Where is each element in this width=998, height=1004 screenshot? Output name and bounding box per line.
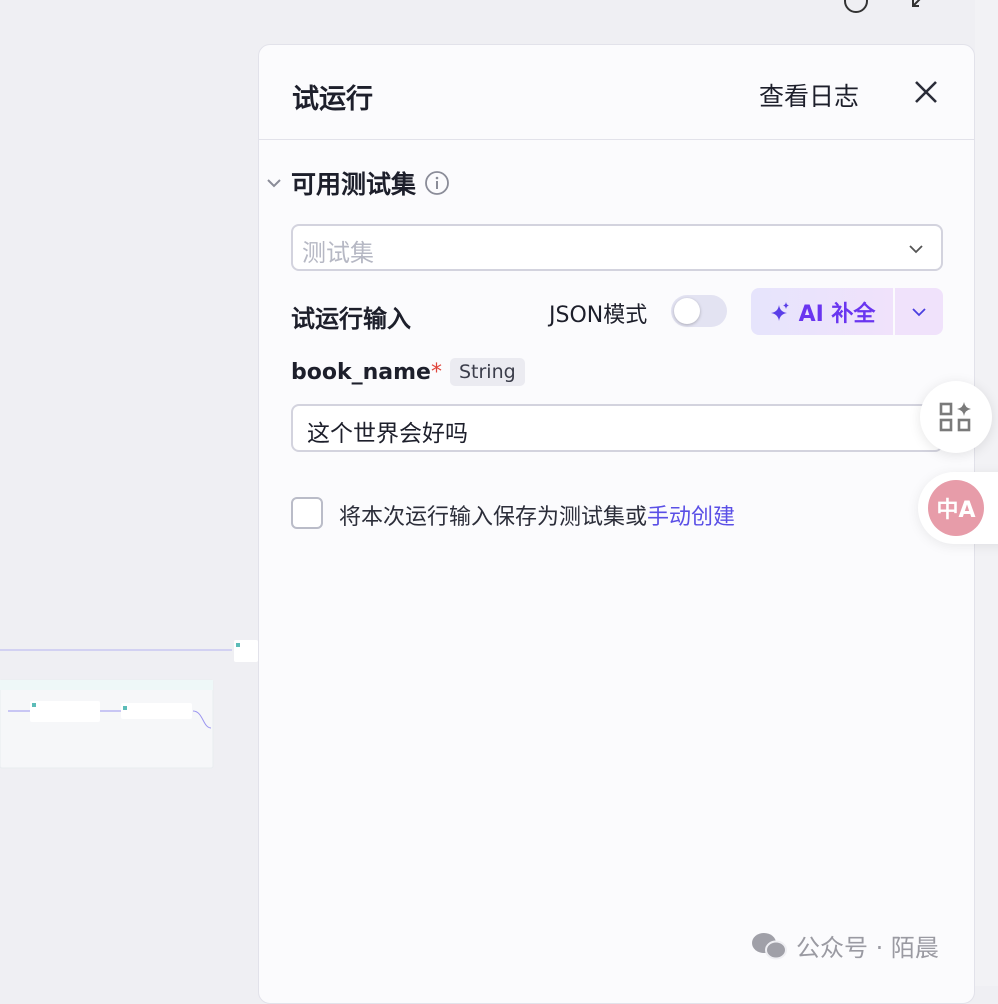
testset-select[interactable]: 测试集 [291, 224, 943, 271]
testset-section-toggle[interactable]: 可用测试集 [265, 165, 450, 201]
chevron-down-icon [909, 245, 923, 254]
apps-ai-button[interactable] [920, 381, 992, 453]
field-label-row: book_name * String [291, 358, 525, 386]
watermark-text: 公众号 · 陌晨 [796, 934, 939, 962]
view-log-button[interactable]: 查看日志 [759, 77, 859, 113]
save-testset-text: 将本次运行输入保存为测试集或手动创建 [339, 499, 735, 531]
translate-icon: 中A [928, 480, 984, 536]
circle-icon[interactable] [843, 0, 869, 14]
required-mark: * [430, 359, 442, 385]
ai-complete-dropdown[interactable] [895, 288, 943, 335]
testset-label: 可用测试集 [291, 170, 417, 199]
close-icon[interactable] [911, 77, 941, 107]
json-mode-toggle[interactable] [671, 295, 727, 327]
manual-create-link[interactable]: 手动创建 [647, 505, 735, 530]
json-mode-label: JSON模式 [549, 303, 648, 328]
translate-button[interactable]: 中A [918, 472, 998, 544]
chevron-down-icon [912, 307, 926, 316]
collapse-icon[interactable] [905, 0, 931, 14]
field-name: book_name [291, 359, 431, 385]
save-testset-checkbox[interactable] [291, 497, 323, 529]
run-input-label: 试运行输入 [291, 305, 411, 333]
watermark: 公众号 · 陌晨 [750, 928, 939, 963]
ai-complete-label: AI 补全 [798, 301, 876, 327]
testset-placeholder: 测试集 [302, 239, 374, 267]
workflow-graph [0, 640, 258, 769]
ai-complete-button[interactable]: AI 补全 [751, 288, 893, 335]
chevron-down-icon [267, 179, 281, 188]
test-run-panel: 试运行 查看日志 可用测试集 测试集 试运行输入 JSON模式 AI 补全 bo… [258, 44, 975, 1004]
wechat-icon [752, 932, 787, 959]
sparkle-icon [770, 301, 789, 321]
save-testset-label: 将本次运行输入保存为测试集或 [339, 505, 648, 530]
workflow-canvas[interactable] [0, 0, 258, 986]
book-name-input[interactable]: 这个世界会好吗 [291, 404, 943, 452]
run-input-row: 试运行输入 JSON模式 AI 补全 [291, 288, 943, 340]
panel-title: 试运行 [292, 84, 373, 115]
field-type-badge: String [449, 358, 525, 386]
info-icon[interactable] [424, 170, 450, 196]
apps-sparkle-icon [939, 402, 971, 432]
panel-header: 试运行 查看日志 [259, 45, 974, 140]
